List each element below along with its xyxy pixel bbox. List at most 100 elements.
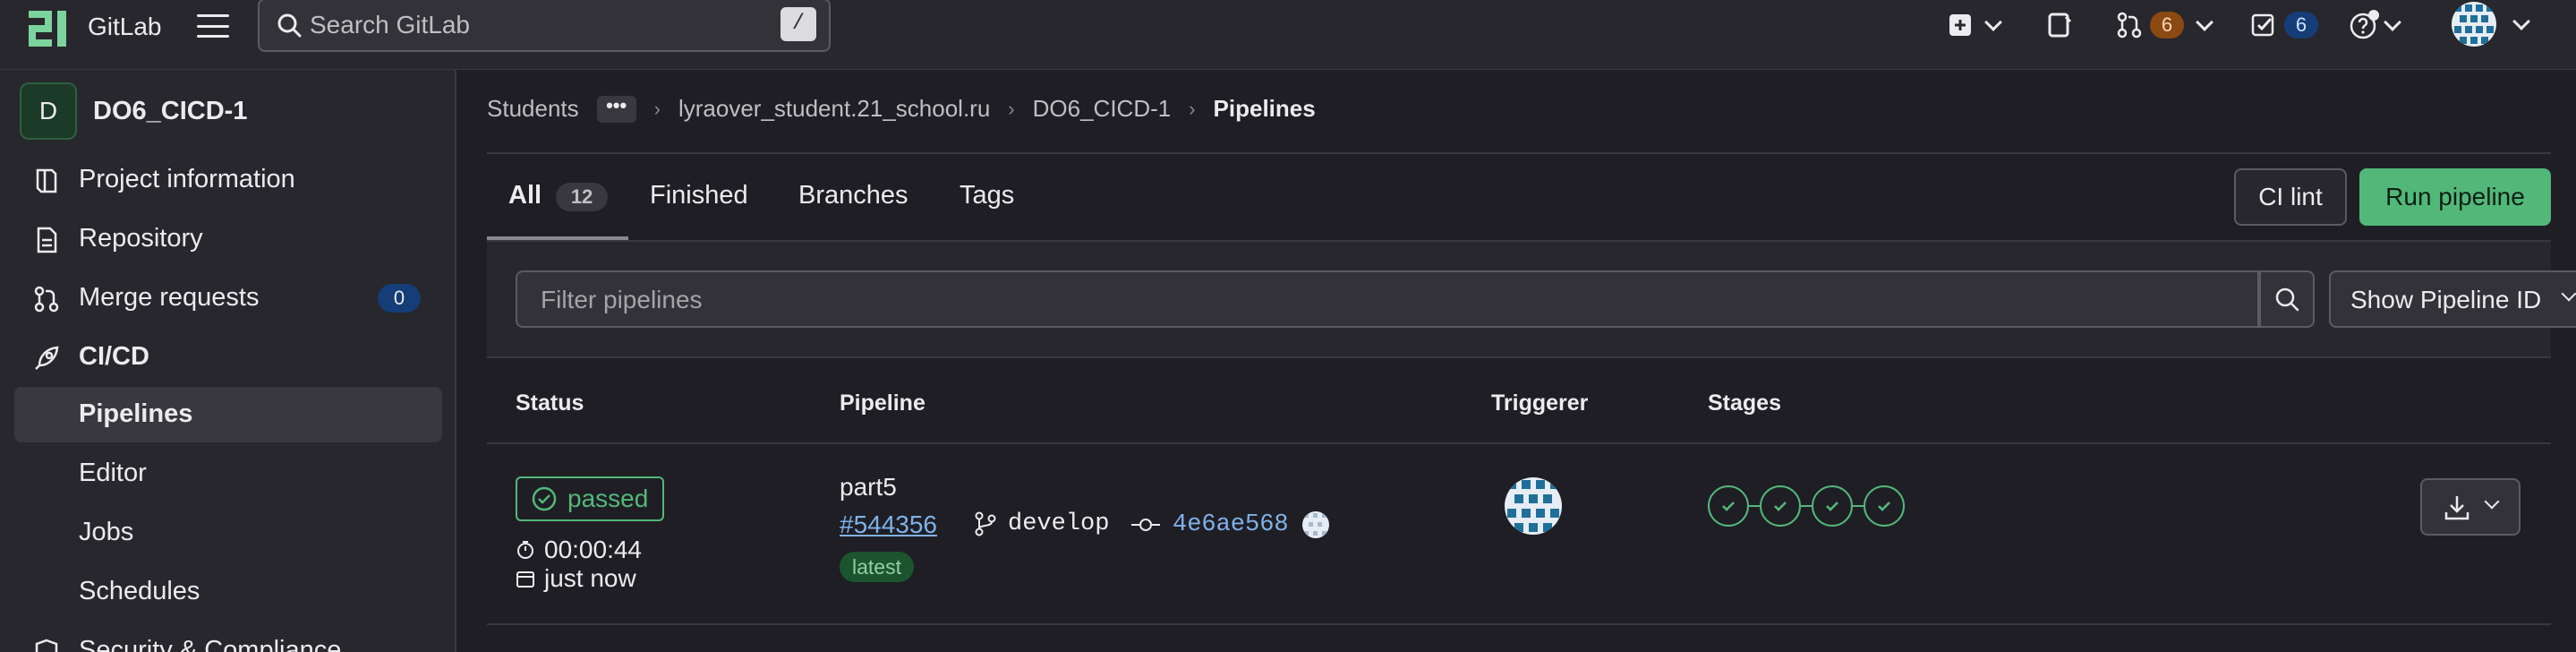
merge-requests-count: 0: [378, 284, 421, 313]
status-badge[interactable]: passed: [516, 476, 665, 521]
plus-square-icon: [1949, 14, 1971, 36]
column-header-status: Status: [516, 390, 584, 416]
gitlab-logo-icon[interactable]: [27, 7, 70, 50]
pipeline-name[interactable]: part5: [840, 473, 897, 502]
breadcrumb-current[interactable]: Pipelines: [1214, 95, 1316, 123]
stage-connector: [1749, 505, 1760, 507]
project-avatar: D: [20, 82, 77, 140]
avatar: [1301, 511, 1329, 538]
divider: [487, 152, 2551, 154]
merge-request-icon: [34, 286, 59, 313]
brand-name: GitLab: [88, 13, 162, 40]
sidebar-item-label: Project information: [79, 165, 295, 193]
search-placeholder: Search GitLab: [310, 11, 470, 39]
commit-link[interactable]: 4e6ae568: [1131, 510, 1330, 539]
column-header-pipeline: Pipeline: [840, 390, 925, 416]
stage-connector: [1853, 505, 1864, 507]
stage-passed-icon[interactable]: [1864, 485, 1905, 527]
search-icon: [277, 13, 302, 38]
sidebar-item-schedules[interactable]: Schedules: [0, 564, 456, 620]
user-menu-button[interactable]: [2451, 0, 2530, 48]
table-row: passed 00:00:44 just now part5 #544356 d…: [487, 446, 2551, 625]
sidebar-item-jobs[interactable]: Jobs: [0, 505, 456, 561]
sidebar-item-repository[interactable]: Repository: [0, 211, 456, 267]
sidebar-item-editor[interactable]: Editor: [0, 446, 456, 502]
breadcrumb-more-button[interactable]: •••: [596, 95, 636, 123]
issues-button[interactable]: [2046, 7, 2073, 43]
column-header-triggerer: Triggerer: [1491, 390, 1589, 416]
stage-connector: [1801, 505, 1812, 507]
pipeline-id-link[interactable]: #544356: [840, 510, 937, 539]
sidebar-item-label: Pipelines: [79, 399, 193, 428]
sidebar-item-cicd[interactable]: CI/CD: [0, 330, 456, 385]
chevron-down-icon: [1984, 13, 2002, 31]
ci-lint-button[interactable]: CI lint: [2234, 168, 2347, 226]
merge-requests-button[interactable]: 6: [2116, 7, 2213, 43]
tab-branches[interactable]: Branches: [798, 181, 908, 210]
sidebar-item-label: Repository: [79, 224, 203, 253]
shield-icon: [35, 639, 58, 652]
merge-request-icon: [2117, 12, 2142, 39]
menu-icon[interactable]: [195, 11, 231, 41]
commit-icon: [1131, 519, 1160, 531]
project-link[interactable]: D DO6_CICD-1: [20, 82, 247, 140]
stage-passed-icon[interactable]: [1708, 485, 1749, 527]
download-artifacts-button[interactable]: [2420, 478, 2521, 536]
run-pipeline-button[interactable]: Run pipeline: [2359, 168, 2551, 226]
sidebar-item-label: Schedules: [79, 577, 200, 605]
filter-search-button[interactable]: [2259, 270, 2315, 328]
finished-text: just now: [544, 564, 636, 592]
sidebar-item-security[interactable]: Security & Compliance: [0, 623, 456, 652]
create-new-button[interactable]: [1948, 7, 2002, 43]
sidebar-item-project-information[interactable]: Project information: [0, 152, 456, 208]
chevron-down-icon: [2484, 493, 2500, 510]
stage-passed-icon[interactable]: [1812, 485, 1853, 527]
chevron-down-icon: [2512, 13, 2530, 30]
filter-pipelines-input[interactable]: Filter pipelines: [516, 270, 2259, 328]
timer-icon: [517, 541, 533, 559]
breadcrumb-item[interactable]: lyraover_student.21_school.ru: [678, 95, 990, 123]
branch-link[interactable]: develop: [974, 510, 1109, 537]
todo-icon: [2251, 13, 2274, 37]
branch-name: develop: [1008, 510, 1110, 537]
sidebar-item-pipelines[interactable]: Pipelines: [0, 387, 456, 442]
rocket-icon: [35, 346, 59, 370]
breadcrumb-separator-icon: ›: [1189, 97, 1196, 120]
chevron-down-icon: [2196, 13, 2213, 31]
pipeline-stages: [1708, 485, 1905, 527]
breadcrumb-item[interactable]: Students: [487, 95, 579, 123]
stage-passed-icon[interactable]: [1760, 485, 1801, 527]
search-shortcut: /: [780, 7, 816, 41]
show-pipeline-id-dropdown[interactable]: Show Pipeline ID: [2329, 270, 2576, 328]
sidebar: D DO6_CICD-1 Project information Reposit…: [0, 70, 456, 652]
avatar: [2452, 2, 2496, 47]
check-circle-icon: [532, 486, 557, 511]
help-button[interactable]: [2349, 7, 2401, 43]
status-text: passed: [567, 485, 649, 512]
todos-count: 6: [2284, 12, 2318, 39]
table-header: Status Pipeline Triggerer Stages: [487, 358, 2551, 444]
search-input[interactable]: Search GitLab /: [258, 0, 831, 52]
top-bar: GitLab Search GitLab / 6 6: [0, 0, 2576, 70]
breadcrumb-item[interactable]: DO6_CICD-1: [1033, 95, 1172, 123]
tab-tags[interactable]: Tags: [960, 181, 1014, 210]
breadcrumb-separator-icon: ›: [1008, 97, 1015, 120]
sidebar-item-label: Jobs: [79, 518, 134, 546]
tab-finished[interactable]: Finished: [650, 181, 748, 210]
project-icon: [36, 168, 57, 193]
sidebar-item-label: CI/CD: [79, 342, 149, 371]
branch-icon: [975, 511, 996, 536]
download-icon: [2444, 496, 2469, 520]
dropdown-label: Show Pipeline ID: [2350, 286, 2542, 313]
help-icon: [2350, 10, 2379, 39]
calendar-icon: [516, 571, 534, 588]
project-name: DO6_CICD-1: [93, 96, 248, 125]
triggerer-avatar[interactable]: [1504, 476, 1563, 536]
tab-all[interactable]: All 12: [508, 181, 609, 211]
issues-icon: [2048, 13, 2072, 38]
column-header-stages: Stages: [1708, 390, 1781, 416]
tab-count: 12: [556, 183, 609, 211]
sidebar-item-label: Security & Compliance: [79, 636, 342, 652]
sidebar-item-merge-requests[interactable]: Merge requests 0: [0, 270, 456, 326]
todos-button[interactable]: 6: [2250, 7, 2318, 43]
